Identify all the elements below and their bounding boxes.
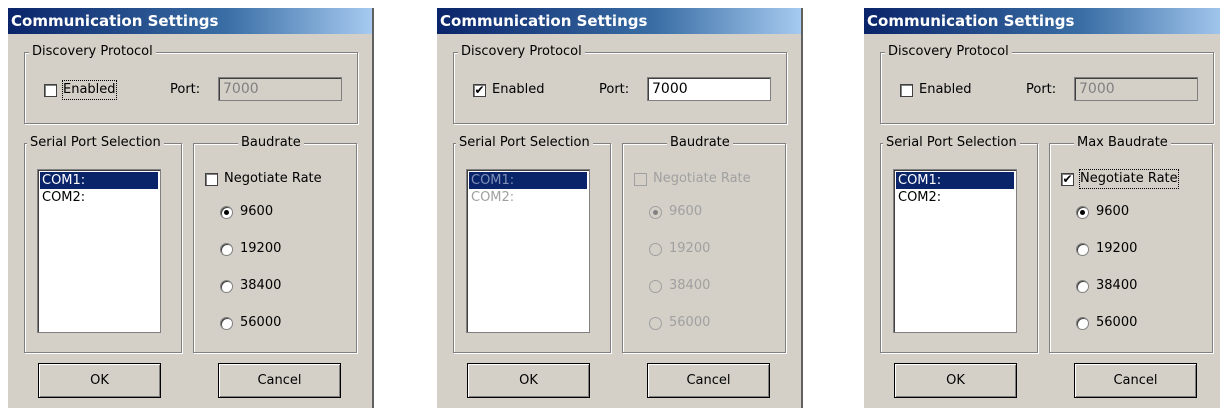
baud-rate-radio[interactable] [649, 206, 662, 219]
port-input[interactable]: 7000 [218, 77, 342, 101]
negotiate-rate-label[interactable]: Negotiate Rate [1079, 169, 1179, 189]
baudrate-legend: Max Baudrate [1074, 134, 1171, 152]
discovery-protocol-legend: Discovery Protocol [885, 43, 1012, 61]
serial-port-selection-legend: Serial Port Selection [883, 134, 1020, 152]
baudrate-legend: Baudrate [238, 134, 304, 152]
enabled-label[interactable]: Enabled [62, 80, 117, 100]
baud-rate-label[interactable]: 19200 [1096, 240, 1137, 258]
serial-port-option[interactable]: COM2: [469, 189, 587, 206]
baud-rate-label[interactable]: 56000 [240, 314, 281, 332]
baud-rate-radio[interactable] [220, 280, 233, 293]
enabled-checkbox[interactable] [473, 84, 486, 97]
dialog-title: Communication Settings [437, 8, 801, 34]
baud-rate-radio[interactable] [1076, 280, 1089, 293]
enabled-checkbox[interactable] [44, 84, 57, 97]
ok-button-label: OK [946, 373, 965, 388]
communication-settings-dialog: Communication Settings Discovery Protoco… [437, 8, 803, 408]
port-label: Port: [599, 82, 630, 97]
cancel-button-label: Cancel [686, 373, 731, 388]
serial-port-selection-legend: Serial Port Selection [27, 134, 164, 152]
discovery-protocol-legend: Discovery Protocol [458, 43, 585, 61]
baud-rate-label[interactable]: 19200 [669, 240, 710, 258]
baud-rate-radio[interactable] [649, 243, 662, 256]
baud-rate-label[interactable]: 9600 [1096, 203, 1129, 221]
enabled-label[interactable]: Enabled [492, 81, 545, 99]
serial-port-listbox[interactable]: COM1: COM2: [37, 169, 161, 333]
ok-button[interactable]: OK [467, 363, 590, 398]
negotiate-rate-label[interactable]: Negotiate Rate [224, 170, 322, 188]
baud-rate-label[interactable]: 9600 [240, 203, 273, 221]
serial-port-option[interactable]: COM2: [896, 189, 1014, 206]
communication-settings-dialog: Communication Settings Discovery Protoco… [864, 8, 1220, 408]
baud-rate-radio[interactable] [649, 317, 662, 330]
baud-rate-radio[interactable] [220, 206, 233, 219]
baud-rate-label[interactable]: 38400 [1096, 277, 1137, 295]
cancel-button-label: Cancel [257, 373, 302, 388]
baud-rate-radio[interactable] [649, 280, 662, 293]
serial-port-selection-legend: Serial Port Selection [456, 134, 593, 152]
serial-port-listbox[interactable]: COM1: COM2: [466, 169, 590, 333]
baud-rate-radio[interactable] [1076, 317, 1089, 330]
baud-rate-radio[interactable] [220, 317, 233, 330]
negotiate-rate-checkbox[interactable] [634, 173, 647, 186]
baud-rate-label[interactable]: 38400 [669, 277, 710, 295]
serial-port-option[interactable]: COM1: [40, 172, 158, 189]
ok-button-label: OK [90, 373, 109, 388]
ok-button[interactable]: OK [894, 363, 1017, 398]
negotiate-rate-checkbox[interactable] [205, 173, 218, 186]
baud-rate-label[interactable]: 38400 [240, 277, 281, 295]
serial-port-option[interactable]: COM1: [469, 172, 587, 189]
enabled-checkbox[interactable] [900, 84, 913, 97]
cancel-button[interactable]: Cancel [647, 363, 770, 398]
discovery-protocol-legend: Discovery Protocol [29, 43, 156, 61]
negotiate-rate-checkbox[interactable] [1061, 173, 1074, 186]
ok-button-label: OK [519, 373, 538, 388]
negotiate-rate-label[interactable]: Negotiate Rate [653, 170, 751, 188]
serial-port-option[interactable]: COM1: [896, 172, 1014, 189]
communication-settings-dialog: Communication Settings Discovery Protoco… [8, 8, 374, 408]
baud-rate-label[interactable]: 56000 [1096, 314, 1137, 332]
dialog-title: Communication Settings [8, 8, 372, 34]
baud-rate-radio[interactable] [1076, 243, 1089, 256]
baud-rate-radio[interactable] [1076, 206, 1089, 219]
port-label: Port: [1026, 82, 1057, 97]
baud-rate-label[interactable]: 19200 [240, 240, 281, 258]
cancel-button-label: Cancel [1113, 373, 1158, 388]
baudrate-legend: Baudrate [667, 134, 733, 152]
baud-rate-label[interactable]: 9600 [669, 203, 702, 221]
cancel-button[interactable]: Cancel [1074, 363, 1197, 398]
port-input[interactable]: 7000 [647, 77, 771, 101]
cancel-button[interactable]: Cancel [218, 363, 341, 398]
baud-rate-radio[interactable] [220, 243, 233, 256]
baud-rate-label[interactable]: 56000 [669, 314, 710, 332]
serial-port-option[interactable]: COM2: [40, 189, 158, 206]
port-input[interactable]: 7000 [1074, 77, 1198, 101]
dialog-title: Communication Settings [864, 8, 1220, 34]
serial-port-listbox[interactable]: COM1: COM2: [893, 169, 1017, 333]
ok-button[interactable]: OK [38, 363, 161, 398]
port-label: Port: [170, 82, 201, 97]
enabled-label[interactable]: Enabled [919, 81, 972, 99]
